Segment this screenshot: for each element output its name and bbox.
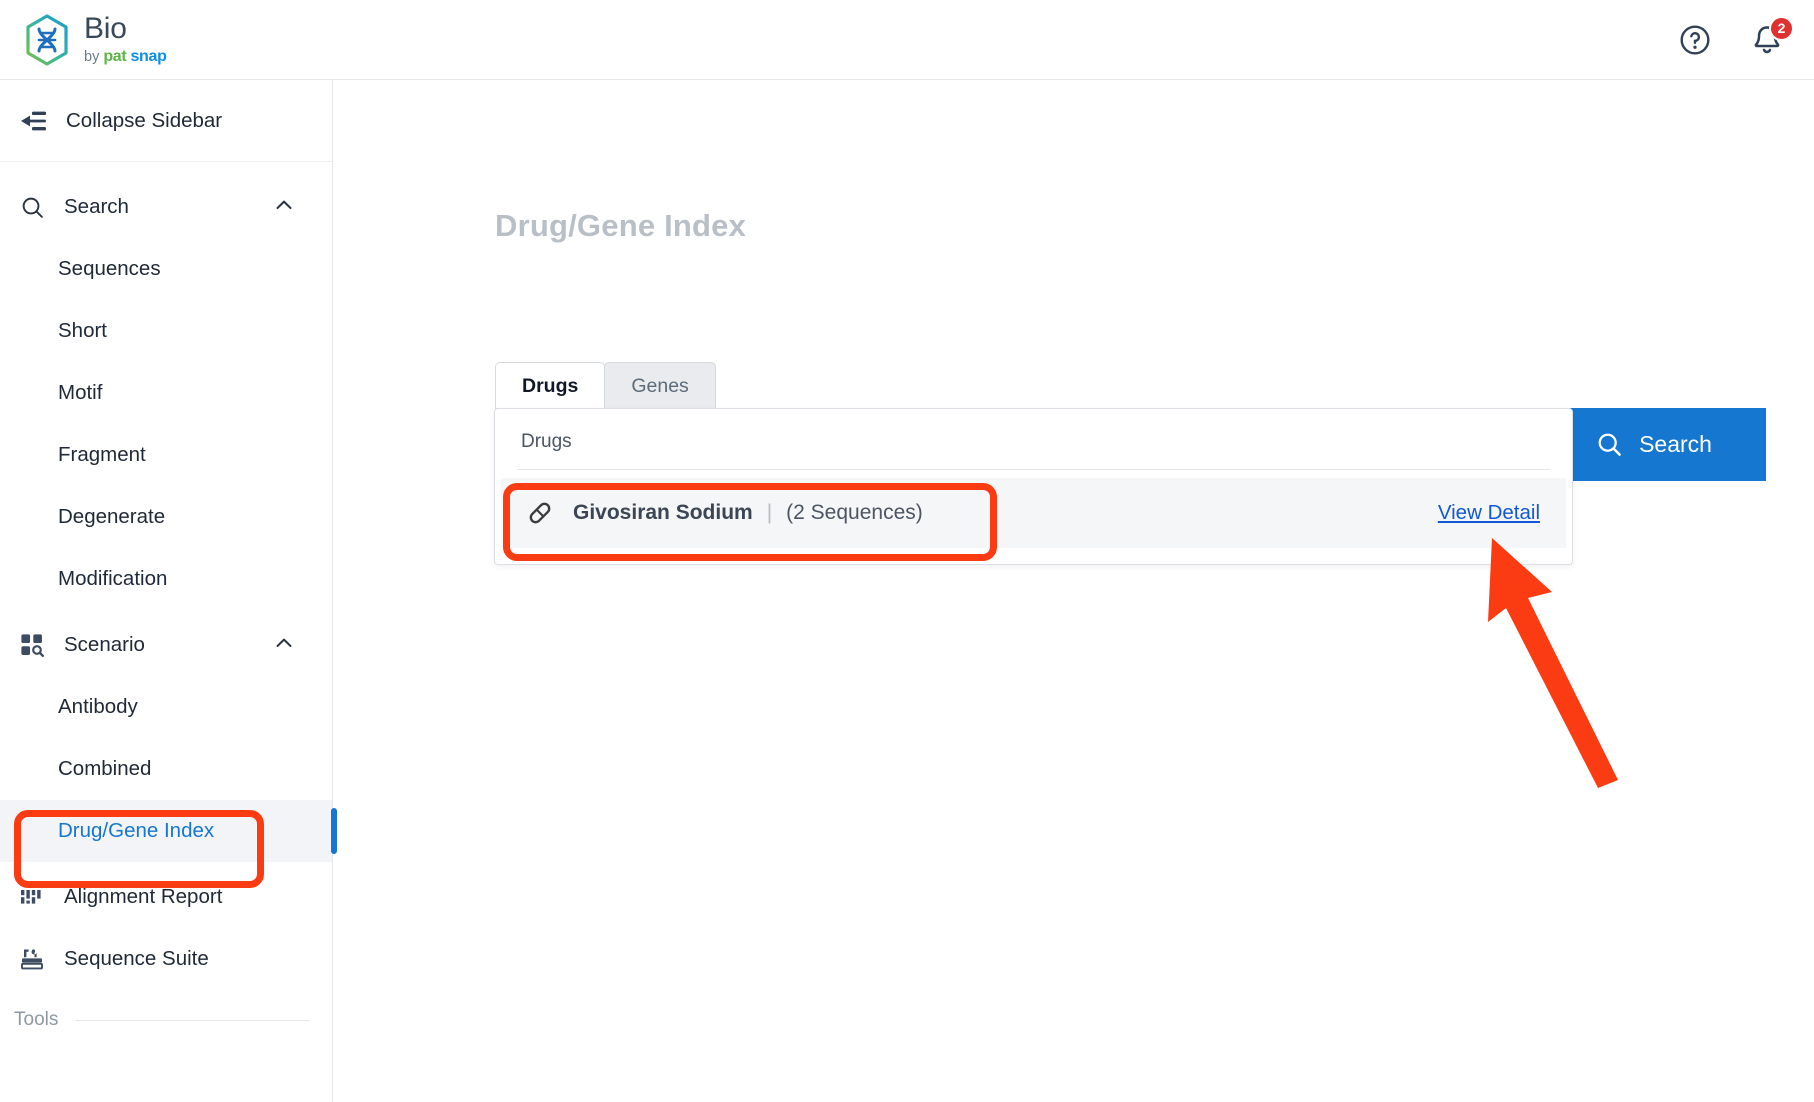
- alignment-bars-icon: [18, 885, 46, 909]
- magnifier-icon: [18, 195, 46, 220]
- top-bar-actions: 2: [1678, 15, 1794, 57]
- divider-line: [76, 1019, 310, 1021]
- collapse-sidebar-button[interactable]: Collapse Sidebar: [0, 80, 332, 162]
- sidebar-item-label: Antibody: [58, 695, 138, 718]
- sidebar-item-combined[interactable]: Combined: [0, 738, 332, 800]
- search-icon: [1598, 433, 1621, 456]
- help-button[interactable]: [1678, 23, 1712, 57]
- search-suggestions-dropdown: Drugs Givosiran Sodium | (2 Sequences) V…: [494, 408, 1573, 565]
- sidebar-item-label: Alignment Report: [64, 885, 223, 908]
- sidebar-item-label: Short: [58, 319, 107, 342]
- sidebar-item-modification[interactable]: Modification: [0, 548, 332, 610]
- grid-search-icon: [18, 632, 46, 658]
- tab-drugs[interactable]: Drugs: [495, 362, 606, 410]
- sidebar-item-sequence-suite[interactable]: Sequence Suite: [0, 928, 332, 990]
- sidebar-nav: Search Sequences Short Motif Fragment De…: [0, 162, 337, 1050]
- chevron-up-icon: [272, 193, 296, 222]
- sidebar-item-label: Fragment: [58, 443, 146, 466]
- collapse-sidebar-label: Collapse Sidebar: [66, 108, 223, 132]
- sidebar-item-label: Sequence Suite: [64, 947, 209, 970]
- pill-capsule-icon: [525, 498, 555, 528]
- tools-section-divider: Tools: [0, 990, 332, 1050]
- sidebar-item-label: Sequences: [58, 257, 161, 280]
- collapse-sidebar-icon: [21, 111, 46, 130]
- suggestion-separator: |: [766, 501, 773, 524]
- brand-subtitle: by pat snap: [84, 49, 167, 65]
- suggestion-row[interactable]: Givosiran Sodium | (2 Sequences) View De…: [501, 478, 1566, 548]
- sidebar-item-label: Drug/Gene Index: [58, 819, 215, 842]
- dropdown-divider: [517, 469, 1550, 470]
- brand-title: Bio: [84, 12, 127, 45]
- brand-patsnap-part1: pat: [103, 48, 127, 65]
- tab-label: Drugs: [522, 374, 579, 397]
- tab-genes[interactable]: Genes: [604, 362, 716, 409]
- sidebar-group-search-label: Search: [64, 195, 129, 218]
- sidebar-group-search[interactable]: Search: [0, 176, 332, 238]
- brand-text: Bio by pat snap: [84, 14, 167, 65]
- app-root: Bio by pat snap 2 Collapse Sidebar Searc…: [0, 0, 1814, 1102]
- top-bar: Bio by pat snap 2: [0, 0, 1814, 80]
- sidebar-item-label: Motif: [58, 381, 103, 404]
- active-indicator-bar: [331, 808, 337, 854]
- sidebar-item-motif[interactable]: Motif: [0, 362, 332, 424]
- view-detail-link[interactable]: View Detail: [1438, 501, 1540, 525]
- notifications-button[interactable]: 2: [1750, 15, 1794, 57]
- suggestion-count: (2 Sequences): [786, 501, 923, 524]
- brand-logo-group[interactable]: Bio by pat snap: [24, 14, 167, 66]
- sidebar-group-scenario[interactable]: Scenario: [0, 614, 332, 676]
- sidebar-group-scenario-label: Scenario: [64, 633, 145, 656]
- sidebar-item-fragment[interactable]: Fragment: [0, 424, 332, 486]
- brand-patsnap-part2: snap: [130, 48, 167, 65]
- sidebar: Collapse Sidebar Search Sequences Short …: [0, 80, 337, 1102]
- sidebar-item-short[interactable]: Short: [0, 300, 332, 362]
- sidebar-item-label: Combined: [58, 757, 152, 780]
- sidebar-item-alignment-report[interactable]: Alignment Report: [0, 866, 332, 928]
- sidebar-item-label: Modification: [58, 567, 168, 590]
- sidebar-item-label: Degenerate: [58, 505, 166, 528]
- sidebar-item-degenerate[interactable]: Degenerate: [0, 486, 332, 548]
- tab-label: Genes: [631, 374, 689, 397]
- dropdown-section-label: Drugs: [521, 431, 572, 452]
- tab-bar: Drugs Genes: [495, 362, 716, 410]
- tools-label: Tools: [14, 1009, 59, 1030]
- sidebar-item-antibody[interactable]: Antibody: [0, 676, 332, 738]
- main-content: Drug/Gene Index Drugs Genes Search: [333, 80, 1814, 1102]
- brand-by-label: by: [84, 48, 100, 65]
- dna-hexagon-logo-icon: [26, 13, 68, 66]
- notification-badge: 2: [1769, 15, 1794, 41]
- search-button-label: Search: [1639, 431, 1712, 457]
- suggestion-name: Givosiran Sodium: [573, 501, 753, 524]
- sidebar-item-sequences[interactable]: Sequences: [0, 238, 332, 300]
- help-circle-icon: [1680, 24, 1710, 55]
- toolbox-icon: [18, 946, 46, 972]
- chevron-up-icon: [272, 631, 296, 660]
- sidebar-item-drug-gene-index[interactable]: Drug/Gene Index: [0, 800, 337, 862]
- page-title: Drug/Gene Index: [495, 208, 747, 243]
- search-button[interactable]: Search: [1542, 408, 1766, 481]
